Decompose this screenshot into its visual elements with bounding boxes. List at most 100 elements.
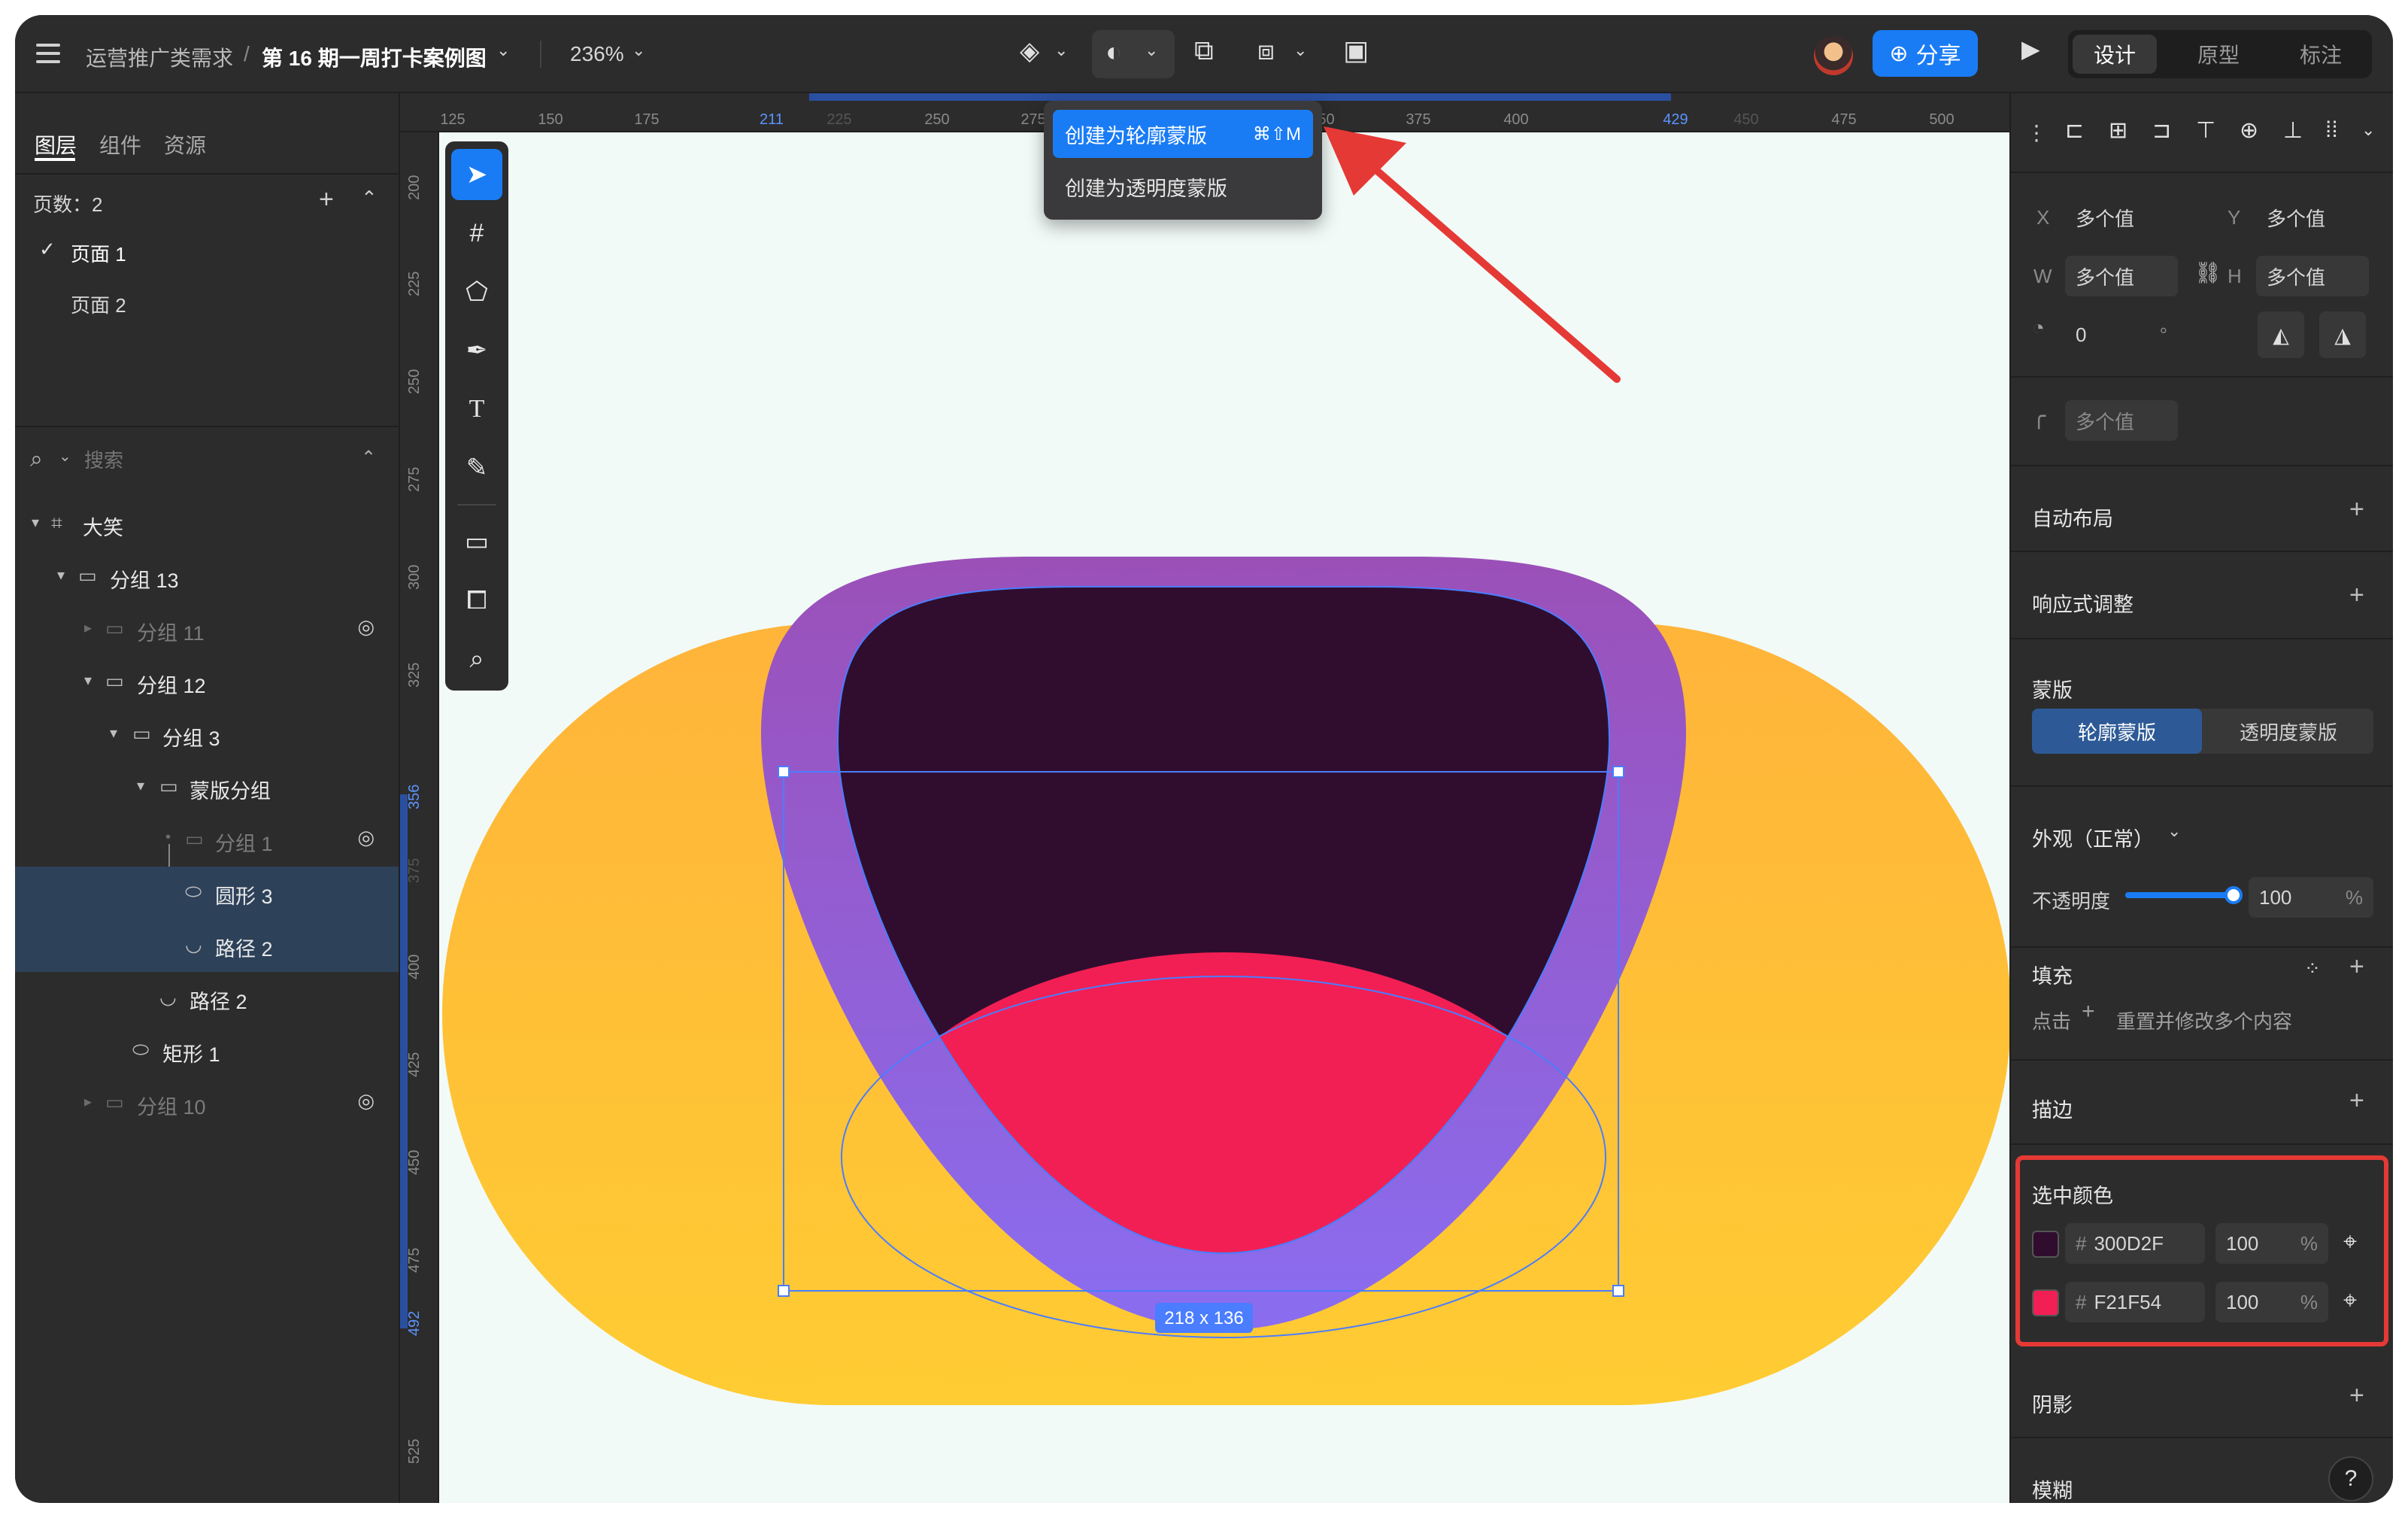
fill-hint-text[interactable]: 重置并修改多个内容 (2116, 1006, 2292, 1034)
layer-row[interactable]: ▾ ▭ 分组 3 (15, 709, 399, 761)
layer-row[interactable]: ▾ ▭ 蒙版分组 (15, 761, 399, 814)
caret-down-icon[interactable]: ▾ (84, 671, 92, 690)
chevron-down-icon[interactable]: ⌄ (2361, 120, 2375, 140)
distribute-icon[interactable]: ⁞⁞ (2325, 117, 2338, 143)
frame-toggle-icon[interactable]: ▣ (1343, 35, 1369, 66)
h-field[interactable]: 多个值 (2256, 256, 2369, 296)
chevron-down-icon[interactable]: ⌄ (632, 41, 645, 60)
share-button[interactable]: ⊕ 分享 (1873, 30, 1978, 77)
align-left-icon[interactable]: ⊏ (2065, 117, 2084, 144)
outline-mask-button[interactable]: 轮廓蒙版 (2032, 709, 2202, 754)
layer-row[interactable]: ▸ ▭ 分组 10 ◎ (15, 1077, 399, 1130)
avatar[interactable] (1814, 36, 1853, 75)
caret-right-icon[interactable]: ▸ (84, 1092, 92, 1111)
chevron-down-icon[interactable]: ⌄ (2167, 821, 2181, 841)
flip-horizontal-icon[interactable]: ◭ (2258, 311, 2304, 358)
tab-layers[interactable]: 图层 (35, 129, 77, 159)
opacity-slider[interactable] (2125, 886, 2243, 904)
layer-row[interactable]: ⬭ 矩形 1 (15, 1025, 399, 1077)
add-auto-layout-icon[interactable]: + (2349, 495, 2364, 524)
text-tool-icon[interactable]: T (451, 384, 502, 435)
style-grid-icon[interactable]: ⁘ (2304, 957, 2321, 980)
caret-down-icon[interactable]: ▾ (57, 566, 65, 584)
resize-handle[interactable] (778, 766, 790, 778)
add-page-icon[interactable]: + (319, 185, 334, 214)
caret-right-icon[interactable]: ▸ (84, 618, 92, 637)
resize-handle[interactable] (1612, 1285, 1624, 1297)
layer-row[interactable]: ◡ 路径 2 (15, 972, 399, 1025)
create-opacity-mask-item[interactable]: 创建为透明度蒙版 (1053, 162, 1313, 211)
search-input[interactable] (84, 445, 310, 475)
opacity-mask-button[interactable]: 透明度蒙版 (2203, 709, 2373, 754)
align-right-icon[interactable]: ⊐ (2152, 117, 2171, 144)
design-canvas[interactable]: 218 x 136 (439, 132, 2023, 1503)
add-fill-icon[interactable]: + (2349, 952, 2364, 982)
plugin-tool-icon[interactable]: ⧠ (451, 575, 502, 626)
tab-design[interactable]: 设计 (2073, 35, 2157, 74)
chevron-down-icon[interactable]: ⌄ (59, 447, 71, 466)
align-bottom-icon[interactable]: ⊥ (2283, 117, 2303, 144)
help-button[interactable]: ? (2328, 1456, 2373, 1501)
x-field[interactable]: 多个值 (2065, 197, 2178, 238)
shape-tool-icon[interactable]: ⬠ (451, 266, 502, 317)
tab-prototype[interactable]: 原型 (2176, 35, 2261, 74)
create-outline-mask-item[interactable]: 创建为轮廓蒙版 ⌘⇧M (1053, 110, 1313, 158)
caret-down-icon[interactable]: ▾ (32, 513, 39, 532)
boolean-icon[interactable]: ⧈ (1257, 35, 1275, 67)
appearance-title[interactable]: 外观（正常） (2032, 823, 2154, 852)
eye-off-icon[interactable]: ◎ (357, 826, 375, 849)
y-field[interactable]: 多个值 (2256, 197, 2369, 238)
play-icon[interactable]: ▶ (2021, 35, 2040, 63)
opacity-slider-knob[interactable] (2225, 886, 2243, 904)
frame-tool-icon[interactable]: # (451, 208, 502, 259)
page-item-1[interactable]: ✓ 页面 1 (15, 227, 399, 272)
comment-tool-icon[interactable]: ▭ (451, 516, 502, 567)
layer-row-selected[interactable]: ⬭ 圆形 3 (15, 867, 399, 919)
eye-off-icon[interactable]: ◎ (357, 1089, 375, 1113)
collapse-icon[interactable]: ⌃ (361, 187, 378, 210)
add-shadow-icon[interactable]: + (2349, 1381, 2364, 1410)
tab-assets[interactable]: 资源 (164, 129, 206, 159)
component-icon[interactable]: ◈ (1020, 36, 1039, 66)
search-tool-icon[interactable]: ⌕ (451, 633, 502, 685)
layer-row[interactable]: ▾ ⌗ 大笑 (15, 498, 399, 551)
layer-row[interactable]: ▸ ▭ 分组 11 ◎ (15, 603, 399, 656)
align-top-icon[interactable]: ⊤ (2196, 117, 2215, 144)
chevron-down-icon[interactable]: ⌄ (496, 41, 510, 60)
zoom-level[interactable]: 236% (570, 42, 624, 66)
mask-tool-button[interactable]: ◐ ⌄ (1092, 30, 1175, 78)
more-icon[interactable]: ⋮ (2026, 120, 2047, 145)
breadcrumb-file[interactable]: 第 16 期一周打卡案例图 (262, 42, 487, 72)
layer-row[interactable]: ▾ ▭ 分组 12 (15, 656, 399, 709)
pen-tool-icon[interactable]: ✒ (451, 325, 502, 376)
opacity-field[interactable]: 100 % (2249, 877, 2373, 918)
edit-icon[interactable]: ⧉ (1194, 35, 1214, 67)
rotation-field[interactable]: 0 ° (2065, 314, 2178, 355)
eye-off-icon[interactable]: ◎ (357, 615, 375, 639)
pencil-tool-icon[interactable]: ✎ (451, 442, 502, 493)
align-center-h-icon[interactable]: ⊞ (2109, 117, 2127, 144)
tab-components[interactable]: 组件 (99, 129, 141, 159)
caret-down-icon[interactable]: ▾ (137, 776, 144, 795)
layer-row[interactable]: ▾ ▭ 分组 13 (15, 551, 399, 603)
layer-row-selected[interactable]: ◡ 路径 2 (15, 919, 399, 972)
resize-handle[interactable] (778, 1285, 790, 1297)
page-item-2[interactable]: 页面 2 (15, 278, 399, 323)
lock-ratio-icon[interactable]: ⛓ (2194, 260, 2221, 285)
breadcrumb-project[interactable]: 运营推广类需求 (86, 42, 233, 72)
tab-annotate[interactable]: 标注 (2279, 35, 2363, 74)
move-tool-icon[interactable]: ➤ (451, 149, 502, 200)
menu-icon[interactable] (36, 42, 60, 65)
flip-vertical-icon[interactable]: ◮ (2319, 311, 2366, 358)
caret-down-icon[interactable]: ▾ (110, 724, 117, 742)
collapse-all-icon[interactable]: ⌃ (361, 447, 376, 469)
layer-row[interactable]: • ▭ 分组 1 ◎ (15, 814, 399, 867)
corner-radius-field[interactable]: 多个值 (2065, 400, 2178, 441)
align-center-v-icon[interactable]: ⊕ (2240, 117, 2258, 144)
mask-segmented-control: 轮廓蒙版 透明度蒙版 (2032, 709, 2373, 754)
w-field[interactable]: 多个值 (2065, 256, 2178, 296)
add-stroke-icon[interactable]: + (2349, 1086, 2364, 1116)
search-icon[interactable]: ⌕ (30, 447, 43, 472)
resize-handle[interactable] (1612, 766, 1624, 778)
add-responsive-icon[interactable]: + (2349, 581, 2364, 610)
